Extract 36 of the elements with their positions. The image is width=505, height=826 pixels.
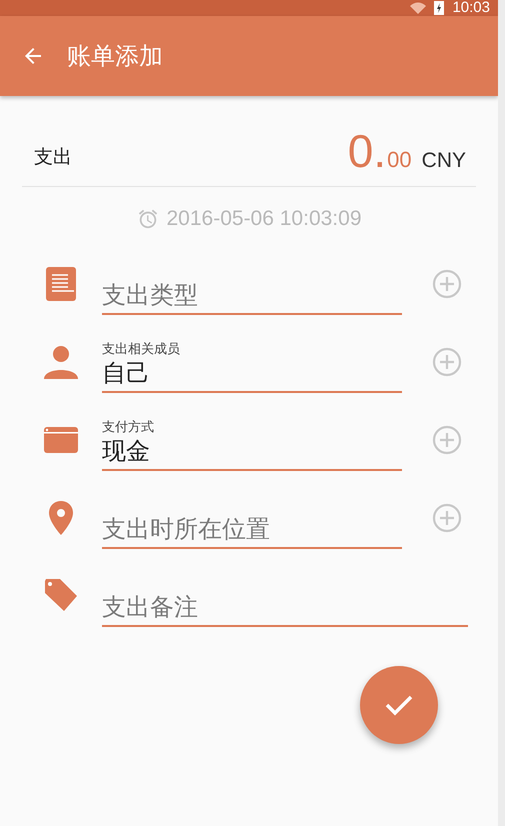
add-button[interactable] <box>432 269 462 299</box>
plus-circle-icon <box>432 425 462 455</box>
field-label: 支付方式 <box>102 420 155 435</box>
person-icon <box>44 345 78 379</box>
input-field[interactable]: 支出备注 <box>102 591 468 627</box>
alarm-clock-icon <box>136 208 158 230</box>
wifi-icon <box>410 2 426 14</box>
plus-circle-icon <box>432 269 462 299</box>
amount-integer: 0. <box>348 128 386 174</box>
input-field[interactable]: 支出类型 <box>102 279 402 315</box>
expense-type-label: 支出 <box>34 145 72 170</box>
date-time: 2016-05-06 10:03:09 <box>166 207 362 231</box>
input-field[interactable]: 支出相关成员 自己 <box>102 342 402 393</box>
confirm-button[interactable] <box>360 666 438 744</box>
tag-icon <box>44 579 78 613</box>
input-field[interactable]: 支付方式 现金 <box>102 420 402 471</box>
field-placeholder: 支出时所在位置 <box>102 514 270 545</box>
field-value: 自己 <box>102 358 150 389</box>
amount-decimals: 00 <box>387 147 412 173</box>
screen-title: 账单添加 <box>67 41 163 72</box>
plus-circle-icon <box>432 347 462 377</box>
document-icon <box>46 267 76 301</box>
location-pin-icon <box>49 501 73 535</box>
field-value: 现金 <box>102 436 150 467</box>
add-button[interactable] <box>432 503 462 533</box>
currency-label: CNY <box>422 149 466 173</box>
clock-time: 10:03 <box>452 0 490 16</box>
input-field[interactable]: 支出时所在位置 <box>102 513 402 549</box>
add-button[interactable] <box>432 425 462 455</box>
field-placeholder: 支出备注 <box>102 592 198 623</box>
plus-circle-icon <box>432 503 462 533</box>
field-placeholder: 支出类型 <box>102 280 198 311</box>
battery-icon <box>434 1 444 15</box>
field-label: 支出相关成员 <box>102 342 181 357</box>
add-button[interactable] <box>432 347 462 377</box>
card-icon <box>44 427 78 453</box>
